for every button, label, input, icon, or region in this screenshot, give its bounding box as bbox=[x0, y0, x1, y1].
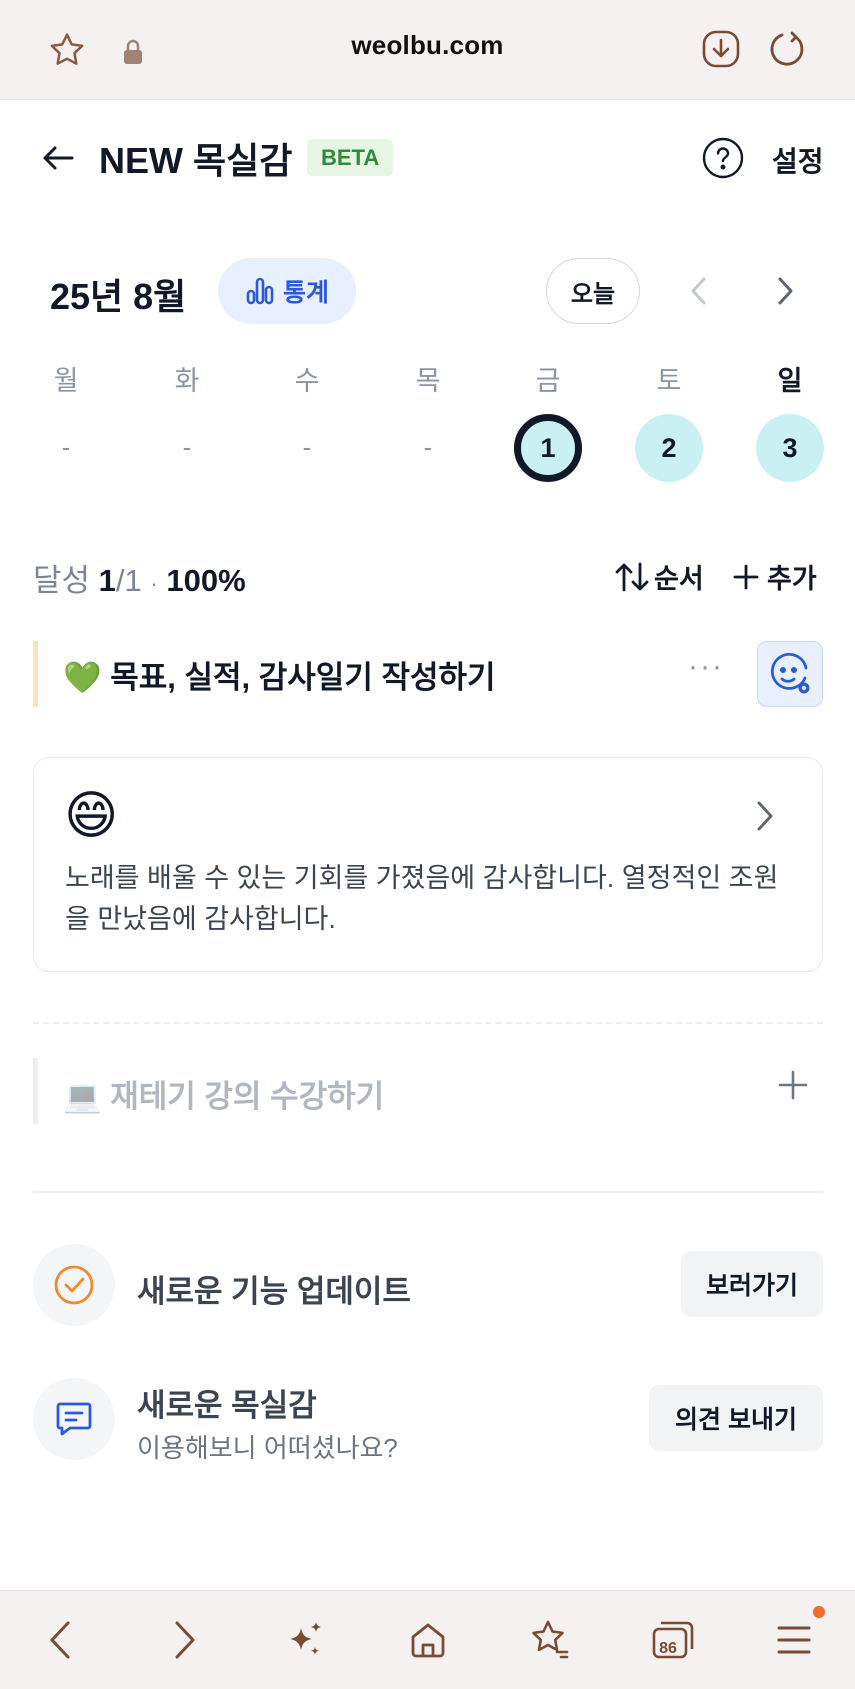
check-circle-icon bbox=[52, 1263, 96, 1307]
today-button[interactable]: 오늘 bbox=[546, 258, 640, 324]
weekday-sun: 일 bbox=[777, 366, 803, 396]
weekday-wed: 수 bbox=[294, 366, 320, 396]
smiley-add-icon bbox=[767, 651, 813, 697]
settings-link[interactable]: 설정 bbox=[772, 140, 824, 180]
send-feedback-button[interactable]: 의견 보내기 bbox=[649, 1385, 823, 1451]
help-icon[interactable] bbox=[702, 137, 744, 179]
tabs-icon[interactable]: 86 bbox=[648, 1615, 698, 1665]
day-empty: - bbox=[182, 432, 192, 462]
notification-dot bbox=[813, 1606, 825, 1618]
add-label: 추가 bbox=[767, 564, 817, 594]
feedback-icon-circle bbox=[33, 1378, 115, 1460]
day-2[interactable]: 2 bbox=[635, 414, 703, 482]
day-1-selected[interactable]: 1 bbox=[514, 414, 582, 482]
section-divider bbox=[33, 1191, 823, 1193]
weekday-fri: 금 bbox=[535, 366, 561, 396]
laptop-icon: 💻 bbox=[63, 1079, 102, 1114]
weekday-tue: 화 bbox=[174, 366, 200, 396]
back-arrow-icon[interactable] bbox=[38, 138, 78, 178]
stats-button[interactable]: 통계 bbox=[218, 258, 356, 324]
grinning-face-icon: 😄 bbox=[64, 787, 119, 845]
browser-forward-icon[interactable] bbox=[165, 1617, 205, 1663]
feedback-title: 새로운 목실감 bbox=[137, 1388, 317, 1423]
goal-item[interactable]: 💻 재테기 강의 수강하기 bbox=[63, 1071, 384, 1116]
home-icon[interactable] bbox=[405, 1617, 451, 1663]
bar-chart-icon bbox=[245, 276, 275, 306]
achievement-label: 달성 bbox=[33, 563, 91, 598]
day-empty: - bbox=[61, 432, 71, 462]
view-updates-button[interactable]: 보러가기 bbox=[681, 1251, 823, 1317]
browser-bottom-bar: 86 bbox=[0, 1590, 855, 1689]
goal-item[interactable]: 💚 목표, 실적, 감사일기 작성하기 bbox=[63, 652, 496, 697]
sort-arrows-icon bbox=[614, 561, 650, 593]
green-heart-icon: 💚 bbox=[63, 660, 102, 695]
goal-title: 재테기 강의 수강하기 bbox=[110, 1079, 385, 1114]
plus-icon bbox=[733, 564, 759, 590]
next-week-icon[interactable] bbox=[770, 274, 800, 308]
weekday-mon: 월 bbox=[53, 366, 79, 396]
day-empty: - bbox=[423, 432, 433, 462]
beta-badge: BETA bbox=[307, 139, 394, 176]
menu-icon[interactable] bbox=[774, 1619, 814, 1661]
achievement-separator: · bbox=[150, 571, 158, 596]
gratitude-entry-text: 노래를 배울 수 있는 기회를 가졌음에 감사합니다. 열정적인 조원을 만났음… bbox=[65, 863, 779, 934]
feature-update-title: 새로운 기능 업데이트 bbox=[137, 1274, 411, 1309]
achievement-percent: 100% bbox=[166, 563, 246, 598]
add-goal-button[interactable]: 추가 bbox=[733, 557, 817, 596]
download-icon[interactable] bbox=[699, 27, 743, 71]
sparkle-ai-icon[interactable] bbox=[283, 1617, 327, 1663]
achievement-done: 1 bbox=[98, 563, 116, 598]
day-empty: - bbox=[302, 432, 312, 462]
browser-back-icon[interactable] bbox=[40, 1617, 80, 1663]
dashed-divider bbox=[33, 1022, 823, 1024]
weekday-thu: 목 bbox=[415, 366, 441, 396]
weekday-sat: 토 bbox=[656, 366, 682, 396]
gratitude-entry-card[interactable]: 😄 노래를 배울 수 있는 기회를 가졌음에 감사합니다. 열정적인 조원을 만… bbox=[33, 757, 823, 972]
bookmarks-star-icon[interactable] bbox=[527, 1615, 573, 1665]
prev-week-icon[interactable] bbox=[684, 274, 714, 308]
order-label: 순서 bbox=[654, 564, 704, 594]
goal-title: 목표, 실적, 감사일기 작성하기 bbox=[110, 660, 496, 695]
page-title: NEW 목실감 bbox=[99, 140, 293, 181]
update-icon-circle bbox=[33, 1244, 115, 1326]
more-options-icon[interactable]: ··· bbox=[688, 650, 724, 684]
goal-accent-bar bbox=[33, 1058, 38, 1124]
stats-label: 통계 bbox=[282, 279, 329, 307]
add-emotion-button[interactable] bbox=[757, 641, 823, 707]
chevron-right-icon bbox=[754, 798, 776, 839]
browser-top-bar: weolbu.com bbox=[0, 0, 855, 100]
order-button[interactable]: 순서 bbox=[614, 557, 704, 596]
day-3[interactable]: 3 bbox=[756, 414, 824, 482]
month-label: 25년 8월 bbox=[50, 276, 187, 317]
achievement-total: /1 bbox=[115, 563, 142, 598]
goal-accent-bar bbox=[33, 641, 38, 707]
tab-count: 86 bbox=[659, 1640, 677, 1657]
reload-icon[interactable] bbox=[766, 27, 810, 71]
add-entry-plus-icon[interactable] bbox=[778, 1070, 808, 1105]
achievement-summary: 달성 1/1 · 100% bbox=[33, 555, 246, 600]
chat-bubble-icon bbox=[52, 1397, 96, 1441]
feedback-subtitle: 이용해보니 어떠셨나요? bbox=[137, 1433, 398, 1463]
